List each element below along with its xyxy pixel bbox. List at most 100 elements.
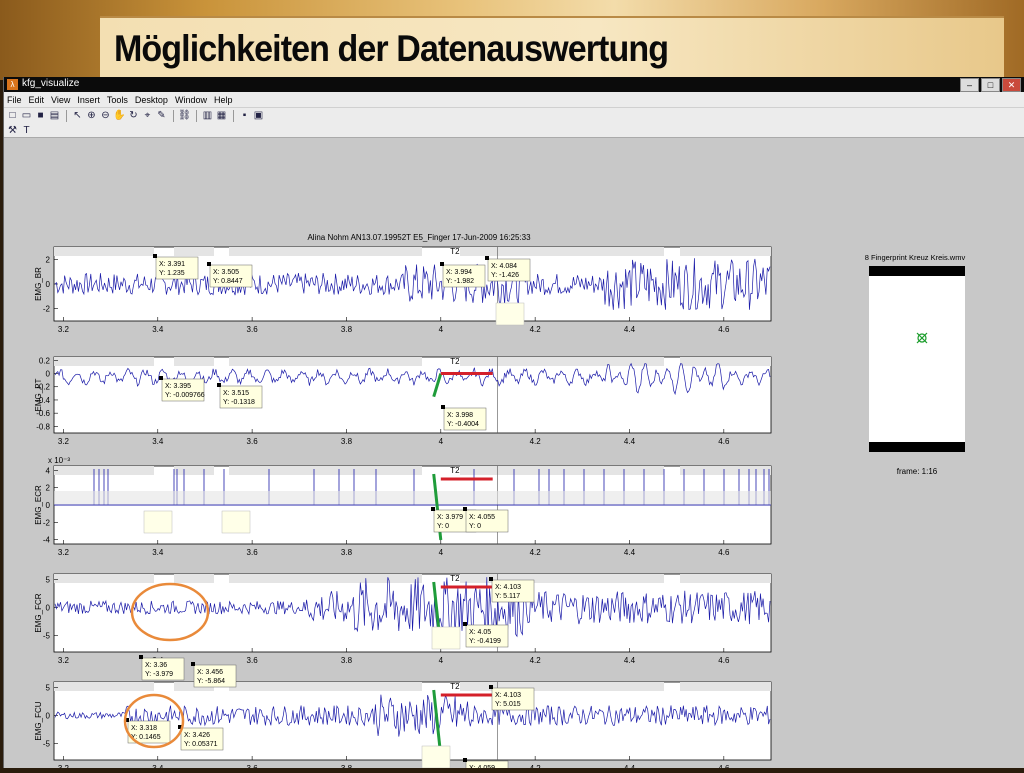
close-button[interactable]: ✕ (1002, 78, 1021, 92)
menu-tools[interactable]: Tools (107, 95, 128, 105)
marker-label: T2 (450, 466, 460, 475)
y-tick-label: 5 (46, 684, 51, 693)
data-tip[interactable]: X: 4.103 Y: 5.015 (489, 685, 535, 711)
rotate-icon[interactable]: ↻ (127, 110, 140, 122)
x-tick-label: 4.6 (718, 437, 730, 446)
window-title: kfg_visualize (22, 78, 80, 89)
window-band (680, 357, 771, 366)
x-tick-label: 3.8 (341, 437, 353, 446)
data-tip-marker (463, 758, 467, 762)
x-tick-label: 3.4 (152, 548, 164, 557)
x-tick-label: 3.8 (341, 656, 353, 665)
legend-icon[interactable]: ▦ (215, 110, 228, 122)
plot-emg_fcr: 50-5EMG_FCR3.23.43.63.844.24.44.6T2 (34, 573, 772, 665)
data-tip[interactable]: X: 3.456 Y: -5.864 (191, 662, 237, 688)
figure-tools-icon[interactable]: ⚒ (6, 125, 19, 137)
new-file-icon[interactable]: □ (6, 110, 19, 122)
data-tip-marker (489, 577, 493, 581)
menu-file[interactable]: File (7, 95, 22, 105)
data-tip-x: X: 3.456 (197, 669, 223, 676)
data-tip[interactable]: X: 3.505 Y: 0.8447 (207, 262, 253, 288)
hide-plot-icon[interactable]: ▪ (238, 110, 251, 122)
data-tip[interactable]: X: 3.994 Y: -1.982 (440, 262, 486, 288)
data-tip[interactable]: X: 4.084 Y: -1.426 (485, 256, 531, 282)
window-band (54, 682, 154, 691)
save-icon[interactable]: ■ (34, 110, 47, 122)
data-tip[interactable]: X: 3.395 Y: -0.009766 (159, 376, 205, 402)
zoom-in-icon[interactable]: ⊕ (85, 110, 98, 122)
data-tip[interactable]: X: 3.515 Y: -0.1318 (217, 383, 263, 409)
window-band (229, 247, 422, 256)
pan-icon[interactable]: ✋ (113, 110, 126, 122)
window-band (54, 247, 154, 256)
data-tip-x: X: 4.055 (469, 514, 495, 521)
video-panel: 8 Fingerprint Kreuz Kreis.wmv frame: 1:16 (865, 253, 966, 476)
open-folder-icon[interactable]: ▭ (20, 110, 33, 122)
data-tip-y: Y: -1.426 (491, 272, 519, 279)
data-tip[interactable]: X: 3.998 Y: -0.4004 (441, 405, 487, 431)
menu-insert[interactable]: Insert (77, 95, 100, 105)
x-tick-label: 3.4 (152, 325, 164, 334)
data-tip[interactable]: X: 3.36 Y: -3.979 (139, 655, 185, 681)
window-band (460, 247, 664, 256)
colorbar-icon[interactable]: ▥ (201, 110, 214, 122)
data-tip[interactable]: X: 3.426 Y: 0.05371 (178, 725, 224, 751)
plots-svg: Alina Nohm AN13.07.19952T E5_Finger 17-J… (34, 233, 966, 773)
window-band (174, 247, 214, 256)
print-icon[interactable]: ▤ (48, 110, 61, 122)
menu-edit[interactable]: Edit (29, 95, 45, 105)
data-tip-x: X: 3.994 (446, 269, 472, 276)
matlab-figure-window: λ kfg_visualize – □ ✕ File Edit View Insert… (3, 77, 1024, 773)
menu-window[interactable]: Window (175, 95, 207, 105)
data-tip[interactable]: X: 4.103 Y: 5.117 (489, 577, 535, 603)
data-tip-x: X: 3.395 (165, 383, 191, 390)
y-tick-label: -4 (43, 536, 51, 545)
data-tip[interactable]: X: 3.391 Y: 1.235 (153, 254, 199, 280)
x-tick-label: 4.6 (718, 764, 730, 768)
x-tick-label: 4 (439, 656, 444, 665)
window-band (680, 466, 771, 475)
data-tip-y: Y: 5.015 (495, 701, 521, 708)
x-tick-label: 3.2 (58, 437, 70, 446)
insert-text-icon[interactable]: T (20, 125, 33, 137)
plot-emg_pt: 0.20-0.2-0.4-0.6-0.8EMG_PT3.2 3.4 3.6 3.8 4 4… (34, 356, 772, 446)
minimize-button[interactable]: – (960, 78, 979, 92)
data-tip-marker (489, 685, 493, 689)
window-titlebar[interactable]: λ kfg_visualize – □ ✕ (4, 77, 1024, 92)
maximize-button[interactable]: □ (981, 78, 1000, 92)
brush-icon[interactable]: ✎ (155, 110, 168, 122)
link-icon[interactable]: ⛓ (178, 110, 191, 122)
menu-desktop[interactable]: Desktop (135, 95, 168, 105)
zoom-out-icon[interactable]: ⊖ (99, 110, 112, 122)
data-tip-y: Y: -5.864 (197, 678, 225, 685)
data-tip-x: X: 3.979 (437, 514, 463, 521)
y-tick-label: -2 (43, 518, 51, 527)
x-tick-label: 3.6 (247, 548, 259, 557)
video-title: 8 Fingerprint Kreuz Kreis.wmv (865, 253, 966, 262)
secondary-toolbar: ⚒ T (4, 124, 1024, 138)
video-content (869, 276, 965, 442)
marker-label: T2 (450, 247, 460, 256)
plot-emg_br: 2 0 -2EMG_BR 3.2 3.4 3.6 3.8 4 4.2 4.4 4.6 T2 (34, 246, 772, 334)
menu-help[interactable]: Help (214, 95, 233, 105)
data-cursor-icon[interactable]: ⌖ (141, 110, 154, 122)
data-tip-x: X: 4.103 (495, 584, 521, 591)
y-tick-label: 4 (46, 466, 51, 475)
data-tip-marker (440, 262, 444, 266)
figure-toolbar: □ ▭ ■ ▤ ↖ ⊕ ⊖ ✋ ↻ ⌖ ✎ ⛓ ▥ ▦ ▪ ▣ (4, 107, 1024, 124)
data-tip-y: Y: -0.4199 (469, 638, 501, 645)
data-tip[interactable]: X: 4.05 Y: -0.4199 (463, 622, 509, 648)
data-tip-y: Y: -0.1318 (223, 399, 255, 406)
x-tick-label: 4.2 (530, 764, 542, 768)
pointer-icon[interactable]: ↖ (71, 110, 84, 122)
data-tip-marker (463, 507, 467, 511)
toolbar-separator (173, 110, 174, 122)
menu-view[interactable]: View (51, 95, 70, 105)
data-tip[interactable]: X: 4.055 Y: 0 (463, 507, 509, 533)
data-tip-marker (159, 376, 163, 380)
show-plot-icon[interactable]: ▣ (252, 110, 265, 122)
y-tick-label: 0.2 (39, 356, 51, 365)
x-tick-label: 3.6 (247, 325, 259, 334)
y-tick-label: 0 (46, 280, 51, 289)
window-band (460, 357, 664, 366)
